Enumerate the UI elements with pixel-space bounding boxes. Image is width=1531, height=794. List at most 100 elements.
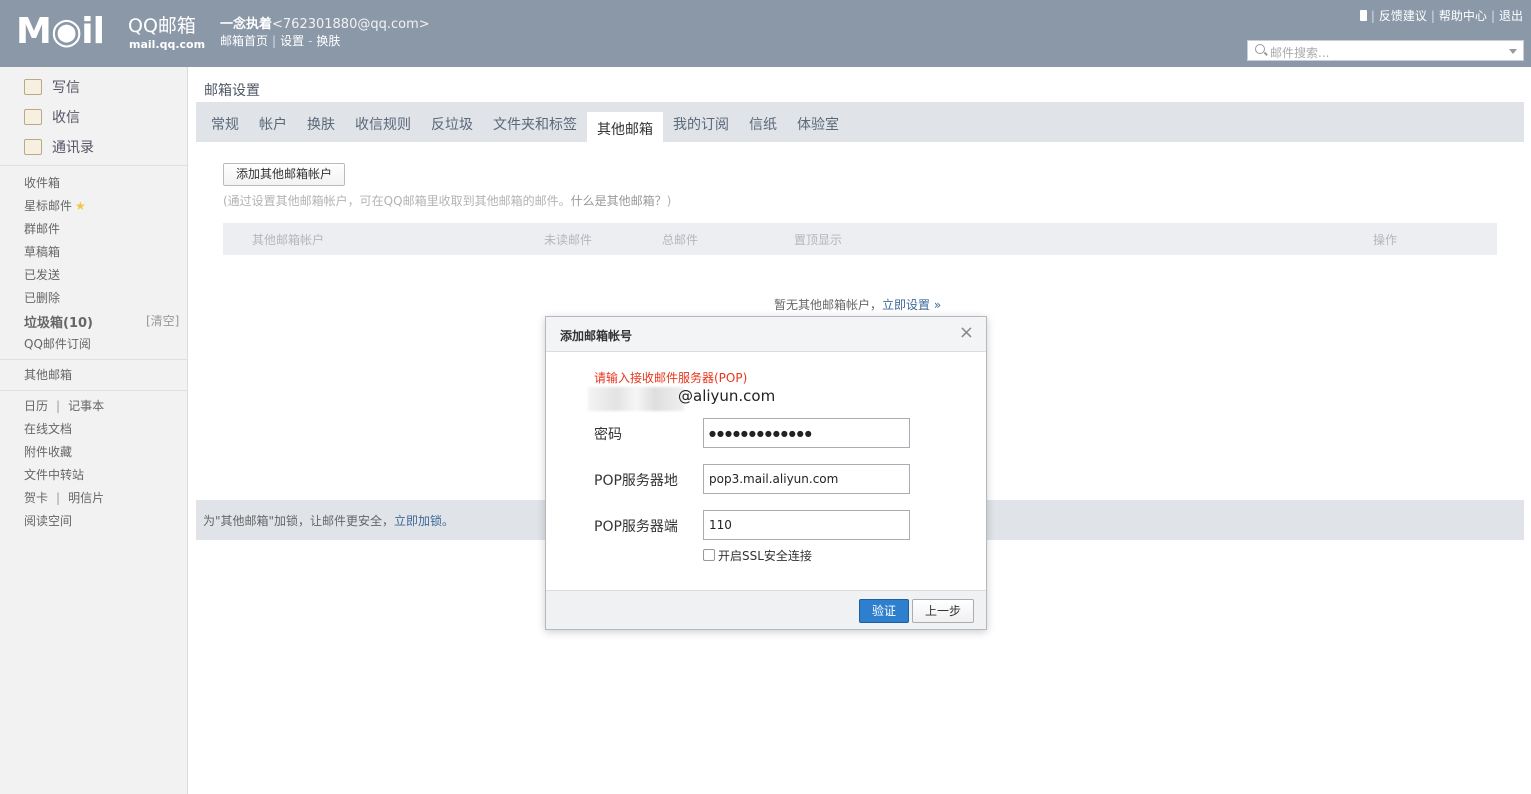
tab-general[interactable]: 常规 — [211, 114, 239, 134]
sidebar-compose[interactable]: 写信 — [24, 77, 80, 97]
qq-mail-logo[interactable]: M◉il QQ邮箱 mail.qq.com — [16, 12, 206, 56]
clear-spam-link[interactable]: [清空] — [146, 312, 179, 329]
what-is-other-mail-link[interactable]: 什么是其他邮箱？ — [571, 194, 667, 208]
compose-icon — [24, 79, 42, 95]
sidebar-item-subscription[interactable]: QQ邮件订阅 — [24, 335, 91, 352]
logo-domain: mail.qq.com — [129, 38, 206, 51]
sidebar-item-drafts[interactable]: 草稿箱 — [24, 243, 60, 260]
hint-suffix: ) — [666, 194, 672, 208]
pop-port-label: POP服务器端 — [594, 519, 678, 535]
col-unread: 未读邮件 — [544, 233, 593, 247]
error-message: 请输入接收邮件服务器(POP) — [594, 371, 748, 385]
link-skin[interactable]: 换肤 — [316, 34, 340, 48]
link-help[interactable]: 帮助中心 — [1439, 9, 1487, 23]
hint-text: (通过设置其他邮箱帐户，可在QQ邮箱里收取到其他邮箱的邮件。 — [223, 194, 571, 208]
sidebar-receive[interactable]: 收信 — [24, 107, 80, 127]
mobile-icon[interactable] — [1359, 10, 1367, 21]
sidebar-item-attachments[interactable]: 附件收藏 — [24, 443, 72, 460]
empty-accounts-message: 暂无其他邮箱帐户，立即设置 » — [774, 296, 941, 313]
ssl-label[interactable]: 开启SSL安全连接 — [718, 547, 812, 564]
empty-text: 暂无其他邮箱帐户， — [774, 298, 883, 312]
link-cards[interactable]: 贺卡 — [24, 491, 48, 505]
contacts-icon — [24, 139, 42, 155]
logo-text: M◉il — [16, 11, 105, 52]
divider — [0, 390, 187, 391]
link-postcards[interactable]: 明信片 — [68, 491, 104, 505]
setup-now-link[interactable]: 立即设置 » — [882, 298, 941, 312]
sidebar-item-spam[interactable]: 垃圾箱(10) — [24, 312, 93, 331]
divider — [0, 359, 187, 360]
pop-server-label: POP服务器地 — [594, 473, 678, 489]
user-info: 一念执着<762301880@qq.com> — [220, 13, 430, 32]
right-links: | 反馈建议 | 帮助中心 | 退出 — [1359, 7, 1523, 24]
sidebar-item-file-transfer[interactable]: 文件中转站 — [24, 466, 84, 483]
sidebar-item-reading[interactable]: 阅读空间 — [24, 512, 72, 529]
sidebar-item-sent[interactable]: 已发送 — [24, 266, 60, 283]
settings-tabs: 常规 帐户 换肤 收信规则 反垃圾 文件夹和标签 其他邮箱 我的订阅 信纸 体验… — [196, 102, 1524, 142]
accounts-table-header: 其他邮箱帐户 未读邮件 总邮件 置顶显示 操作 — [223, 223, 1497, 255]
dialog-header: 添加邮箱帐号 × — [546, 317, 986, 352]
link-calendar[interactable]: 日历 — [24, 399, 48, 413]
password-field[interactable]: ●●●●●●●●●●●●● — [703, 418, 910, 448]
search-placeholder: 邮件搜索... — [1270, 46, 1330, 60]
pop-server-field[interactable]: pop3.mail.aliyun.com — [703, 464, 910, 494]
top-header: M◉il QQ邮箱 mail.qq.com 一念执着<762301880@qq.… — [0, 0, 1531, 67]
tab-subscriptions[interactable]: 我的订阅 — [673, 114, 729, 134]
star-icon: ★ — [75, 199, 86, 213]
back-button[interactable]: 上一步 — [912, 599, 974, 623]
redacted-username — [588, 387, 684, 411]
sidebar-item-starred[interactable]: 星标邮件 ★ — [24, 197, 86, 214]
pop-port-field[interactable]: 110 — [703, 510, 910, 540]
account-domain: @aliyun.com — [678, 387, 776, 405]
sidebar-item-group[interactable]: 群邮件 — [24, 220, 60, 237]
tab-other-mail[interactable]: 其他邮箱 — [587, 112, 663, 142]
close-icon[interactable]: × — [959, 324, 974, 342]
link-logout[interactable]: 退出 — [1499, 9, 1523, 23]
tab-skin[interactable]: 换肤 — [307, 114, 335, 134]
link-mail-home[interactable]: 邮箱首页 — [220, 34, 268, 48]
sidebar-item-deleted[interactable]: 已删除 — [24, 289, 60, 306]
col-total: 总邮件 — [662, 233, 699, 247]
sidebar-contacts[interactable]: 通讯录 — [24, 137, 94, 157]
user-email: <762301880@qq.com> — [272, 17, 430, 32]
add-other-account-button[interactable]: 添加其他邮箱帐户 — [223, 163, 345, 186]
link-settings[interactable]: 设置 — [280, 34, 304, 48]
sidebar-item-cards: 贺卡 | 明信片 — [24, 491, 105, 505]
mail-search-input[interactable]: 邮件搜索... — [1247, 40, 1524, 61]
compose-label: 写信 — [52, 80, 80, 96]
ssl-checkbox[interactable] — [703, 549, 715, 561]
lock-now-link[interactable]: 立即加锁。 — [394, 514, 454, 528]
divider — [0, 165, 187, 166]
sidebar-item-calendar-notes: 日历 | 记事本 — [24, 399, 105, 413]
col-pin: 置顶显示 — [794, 233, 843, 247]
col-account: 其他邮箱帐户 — [252, 233, 325, 247]
tab-account[interactable]: 帐户 — [259, 114, 287, 134]
link-feedback[interactable]: 反馈建议 — [1379, 9, 1427, 23]
other-mail-hint: (通过设置其他邮箱帐户，可在QQ邮箱里收取到其他邮箱的邮件。什么是其他邮箱？) — [223, 192, 671, 209]
inbox-receive-icon — [24, 109, 42, 125]
dialog-footer: 验证 上一步 — [546, 590, 986, 629]
sidebar-item-other-mail[interactable]: 其他邮箱 — [24, 366, 72, 383]
sidebar-item-docs[interactable]: 在线文档 — [24, 420, 72, 437]
sidebar: 写信 收信 通讯录 收件箱 星标邮件 ★ 群邮件 草稿箱 已发送 已删除 垃圾箱(… — [0, 67, 188, 794]
add-account-dialog: 添加邮箱帐号 × 请输入接收邮件服务器(POP) @aliyun.com 密码 … — [545, 316, 987, 630]
link-notes[interactable]: 记事本 — [68, 399, 104, 413]
tab-lab[interactable]: 体验室 — [797, 114, 839, 134]
tab-folders-labels[interactable]: 文件夹和标签 — [493, 114, 577, 134]
contacts-label: 通讯录 — [52, 140, 94, 156]
lock-text: 为"其他邮箱"加锁，让邮件更安全， — [203, 514, 395, 528]
tab-anti-spam[interactable]: 反垃圾 — [431, 114, 473, 134]
lock-message: 为"其他邮箱"加锁，让邮件更安全，立即加锁。 — [203, 512, 454, 529]
top-links: 邮箱首页 | 设置 - 换肤 — [220, 34, 341, 48]
dialog-title: 添加邮箱帐号 — [560, 329, 633, 343]
col-actions: 操作 — [1373, 233, 1398, 247]
logo-name: QQ邮箱 — [128, 15, 196, 37]
receive-label: 收信 — [52, 110, 80, 126]
chevron-down-icon[interactable] — [1509, 49, 1517, 54]
user-nickname: 一念执着 — [220, 17, 273, 32]
sidebar-item-inbox[interactable]: 收件箱 — [24, 174, 60, 191]
tab-filter-rules[interactable]: 收信规则 — [355, 114, 411, 134]
verify-button[interactable]: 验证 — [859, 599, 909, 623]
search-icon — [1255, 44, 1265, 54]
tab-stationery[interactable]: 信纸 — [749, 114, 777, 134]
